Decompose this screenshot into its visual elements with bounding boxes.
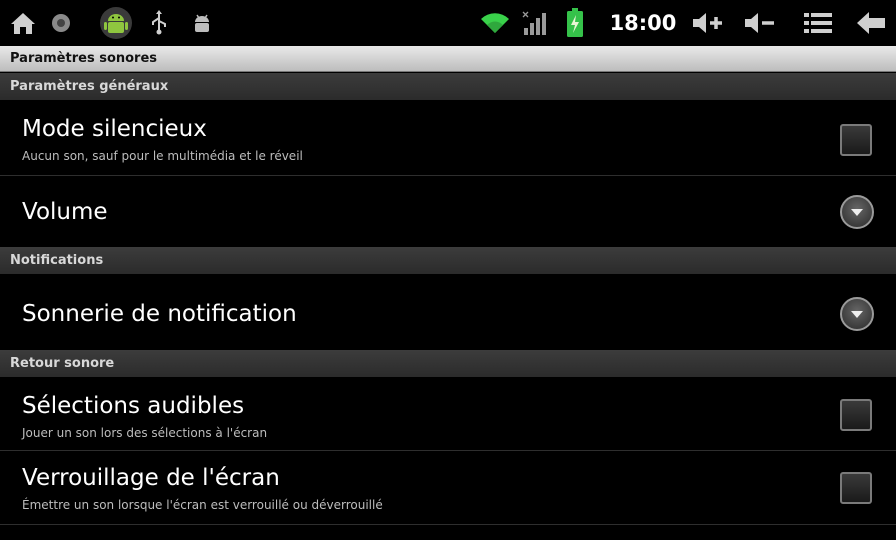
pref-title: Mode silencieux — [22, 116, 207, 142]
category-audio-feedback: Retour sonore — [0, 350, 896, 377]
pref-notification-ringtone[interactable]: Sonnerie de notification — [0, 274, 896, 350]
home-icon[interactable] — [8, 6, 38, 40]
screen-lock-checkbox[interactable] — [840, 472, 872, 504]
volume-dropdown-icon[interactable] — [840, 195, 874, 229]
volume-up-icon[interactable] — [690, 6, 726, 40]
pref-title: Volume — [22, 199, 108, 225]
screen: 18:00 Paramètres sonores Paramètres géné… — [0, 0, 896, 540]
pref-title: Sonnerie de notification — [22, 301, 297, 327]
pref-audible-selection[interactable]: Sélections audibles Jouer un son lors de… — [0, 377, 896, 451]
category-label: Retour sonore — [10, 356, 115, 371]
audible-selection-checkbox[interactable] — [840, 399, 872, 431]
bottom-edge — [0, 525, 896, 540]
debug-icon — [188, 6, 216, 40]
battery-charging-icon — [564, 6, 586, 40]
category-label: Notifications — [10, 253, 104, 268]
pref-summary: Émettre un son lorsque l'écran est verro… — [22, 498, 383, 512]
notification-dot-icon — [48, 6, 74, 40]
clock: 18:00 — [609, 11, 677, 35]
wifi-icon — [478, 6, 512, 40]
status-bar: 18:00 — [0, 0, 896, 46]
back-icon[interactable] — [852, 6, 890, 40]
category-general: Paramètres généraux — [0, 73, 896, 100]
ringtone-dropdown-icon[interactable] — [840, 297, 874, 331]
pref-volume[interactable]: Volume — [0, 176, 896, 247]
pref-title: Verrouillage de l'écran — [22, 465, 280, 491]
window-title-bar: Paramètres sonores — [0, 46, 896, 72]
signal-icon — [520, 6, 550, 40]
pref-title: Sélections audibles — [22, 393, 245, 419]
category-notifications: Notifications — [0, 247, 896, 274]
usb-icon — [148, 6, 170, 40]
silent-mode-checkbox[interactable] — [840, 124, 872, 156]
pref-summary: Jouer un son lors des sélections à l'écr… — [22, 426, 268, 440]
pref-silent-mode[interactable]: Mode silencieux Aucun son, sauf pour le … — [0, 100, 896, 176]
category-label: Paramètres généraux — [10, 79, 169, 94]
pref-screen-lock-sound[interactable]: Verrouillage de l'écran Émettre un son l… — [0, 451, 896, 525]
volume-down-icon[interactable] — [742, 6, 778, 40]
android-icon — [98, 6, 134, 40]
menu-icon[interactable] — [800, 6, 836, 40]
pref-summary: Aucun son, sauf pour le multimédia et le… — [22, 149, 303, 163]
window-title: Paramètres sonores — [10, 51, 158, 66]
